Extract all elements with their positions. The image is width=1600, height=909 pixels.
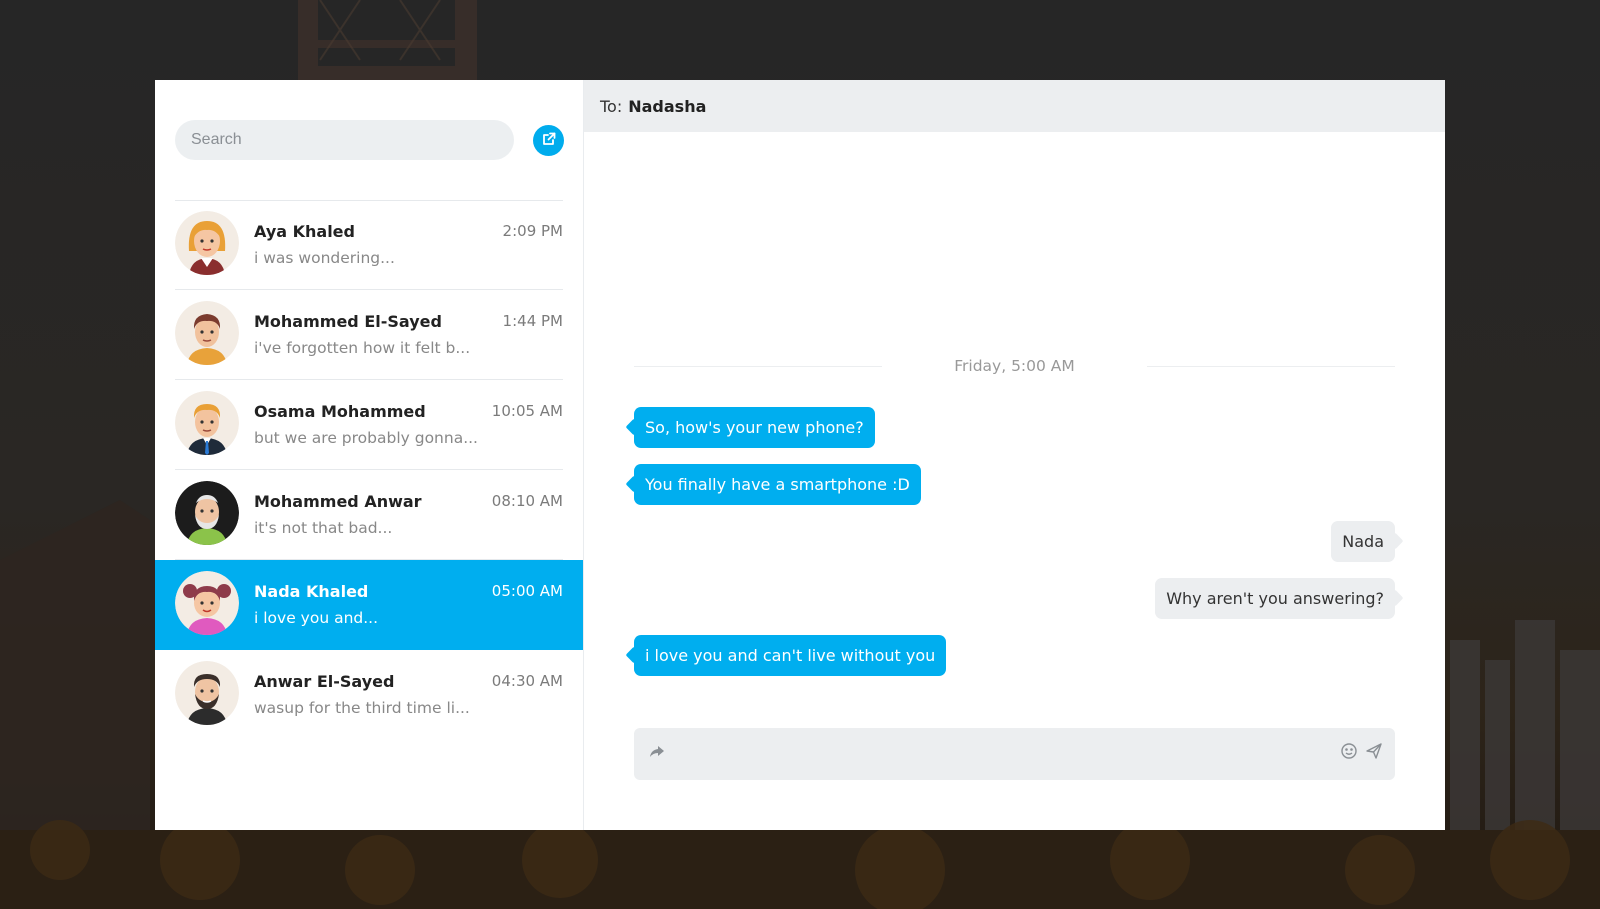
chat-header: To: Nadasha (584, 80, 1445, 132)
outgoing-message: Why aren't you answering? (1155, 578, 1395, 619)
message-time: 08:10 AM (491, 492, 563, 510)
contact-name: Nada Khaled (254, 582, 369, 601)
date-separator: Friday, 5:00 AM (634, 357, 1396, 375)
search-bar (175, 120, 564, 160)
message-preview: wasup for the third time li... (254, 699, 470, 717)
messenger-window: Aya Khaled 2:09 PM i was wondering... (155, 80, 1445, 830)
chat-pane: To: Nadasha Friday, 5:00 AM So, how's yo… (584, 80, 1445, 830)
forward-icon[interactable] (648, 742, 666, 764)
message-time: 10:05 AM (491, 402, 563, 420)
contact-name: Mohammed Anwar (254, 492, 422, 511)
message-row: i love you and can't live without you (634, 635, 1395, 692)
message-time: 2:09 PM (502, 222, 563, 240)
conversation-sidebar: Aya Khaled 2:09 PM i was wondering... (155, 80, 584, 830)
conversation-item[interactable]: Aya Khaled 2:09 PM i was wondering... (155, 200, 583, 290)
message-row: Why aren't you answering? (634, 578, 1395, 635)
conversation-item[interactable]: Mohammed El-Sayed 1:44 PM i've forgotten… (155, 290, 583, 380)
avatar (175, 481, 239, 545)
message-row: So, how's your new phone? (634, 407, 1395, 464)
avatar (175, 211, 239, 275)
incoming-message: i love you and can't live without you (634, 635, 947, 676)
message-row: You finally have a smartphone :D (634, 464, 1395, 521)
conversation-item[interactable]: Mohammed Anwar 08:10 AM it's not that ba… (155, 470, 583, 560)
message-input[interactable] (682, 728, 1315, 780)
conversation-item[interactable]: Anwar El-Sayed 04:30 AM wasup for the th… (155, 650, 583, 740)
avatar (175, 661, 239, 725)
message-preview: but we are probably gonna... (254, 429, 478, 447)
divider (1146, 365, 1396, 367)
recipient-name: Nadasha (628, 96, 707, 116)
date-separator-label: Friday, 5:00 AM (954, 357, 1075, 375)
contact-name: Anwar El-Sayed (254, 672, 395, 691)
divider (634, 365, 883, 367)
outgoing-message: Nada (1331, 521, 1395, 562)
compose-button[interactable] (533, 125, 564, 156)
search-input[interactable] (175, 120, 514, 160)
avatar (175, 391, 239, 455)
contact-name: Osama Mohammed (254, 402, 426, 421)
emoji-icon[interactable] (1340, 742, 1358, 764)
external-link-icon (541, 131, 557, 151)
conversation-item-active[interactable]: Nada Khaled 05:00 AM i love you and... (155, 560, 583, 650)
message-row: Nada (634, 521, 1395, 578)
contact-name: Aya Khaled (254, 222, 355, 241)
message-time: 05:00 AM (491, 582, 563, 600)
send-icon[interactable] (1365, 742, 1383, 764)
incoming-message: You finally have a smartphone :D (634, 464, 921, 505)
conversation-list: Aya Khaled 2:09 PM i was wondering... Mo… (155, 200, 583, 740)
message-time: 04:30 AM (491, 672, 563, 690)
avatar (175, 301, 239, 365)
contact-name: Mohammed El-Sayed (254, 312, 442, 331)
incoming-message: So, how's your new phone? (634, 407, 875, 448)
recipient-label: To: (600, 96, 623, 116)
message-composer (634, 728, 1395, 780)
conversation-item[interactable]: Osama Mohammed 10:05 AM but we are proba… (155, 380, 583, 470)
message-preview: i was wondering... (254, 249, 395, 267)
message-time: 1:44 PM (502, 312, 563, 330)
message-preview: it's not that bad... (254, 519, 393, 537)
message-list: So, how's your new phone? You finally ha… (634, 407, 1395, 692)
message-preview: i love you and... (254, 609, 379, 627)
avatar (175, 571, 239, 635)
message-preview: i've forgotten how it felt b... (254, 339, 471, 357)
